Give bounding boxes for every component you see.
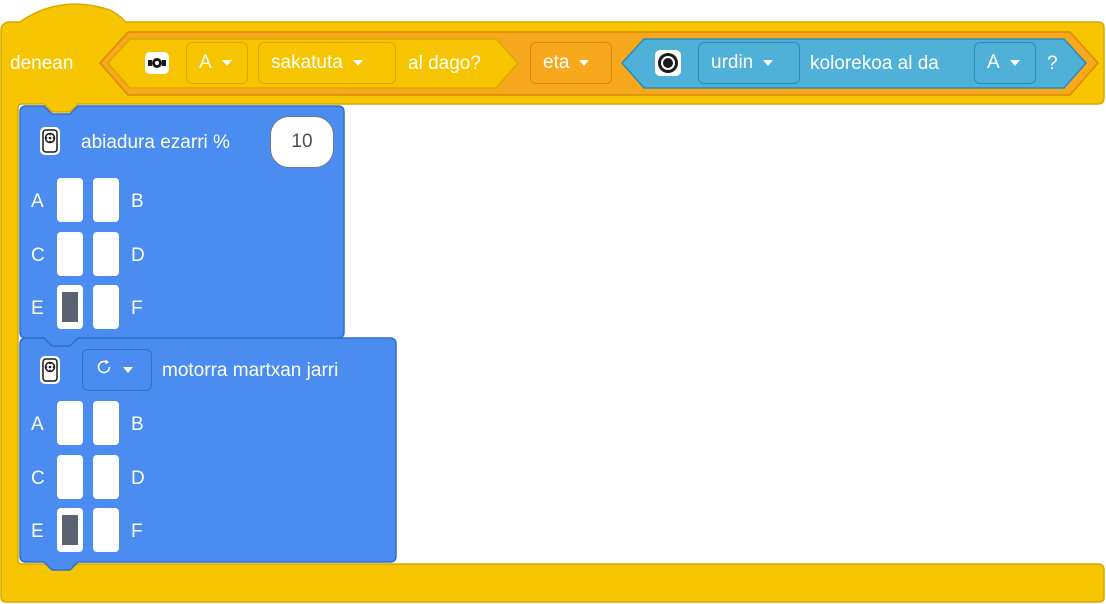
chevron-down-icon [352,60,363,66]
port-label-d: D [131,468,145,489]
port-a-toggle[interactable] [57,401,83,445]
speed-value-input[interactable]: 10 [270,116,334,168]
port-d-toggle[interactable] [93,455,119,499]
port-b-toggle[interactable] [93,178,119,222]
port-e-toggle-selected[interactable] [57,508,83,552]
button-port-value: A [199,52,212,73]
port-label-b: B [131,191,144,212]
operator-value: eta [543,52,570,73]
speed-label: abiadura ezarri % [81,132,230,153]
chevron-down-icon [579,60,590,66]
port-label-d: D [131,245,145,266]
motor-hub-icon [40,356,60,384]
color-question-mark: ? [1047,53,1058,74]
port-a-toggle[interactable] [57,178,83,222]
port-e-toggle-selected[interactable] [57,285,83,329]
port-f-toggle[interactable] [93,285,119,329]
port-c-toggle[interactable] [57,455,83,499]
color-value: urdin [711,52,754,73]
button-question-label: al dago? [408,53,481,74]
color-dropdown[interactable]: urdin [698,42,800,84]
chevron-down-icon [763,60,774,66]
chevron-down-icon [123,367,133,373]
port-label-b: B [131,414,144,435]
motor-hub-icon [40,127,60,155]
port-b-toggle[interactable] [93,401,119,445]
button-port-dropdown[interactable]: A [186,42,248,84]
port-label-e: E [31,298,44,319]
port-label-a: A [31,414,44,435]
port-label-f: F [131,521,143,542]
clockwise-icon [95,358,113,382]
chevron-down-icon [221,60,232,66]
block-stack [0,3,1105,603]
port-label-f: F [131,298,143,319]
operator-dropdown[interactable]: eta [530,42,612,84]
when-label: denean [10,53,74,74]
port-label-c: C [31,468,45,489]
button-sensor-icon [145,52,169,74]
button-state-dropdown[interactable]: sakatuta [258,42,396,84]
port-label-e: E [31,521,44,542]
motor-start-label: motorra martxan jarri [162,360,339,381]
port-label-c: C [31,245,45,266]
color-port-value: A [987,52,1000,73]
button-state-value: sakatuta [271,52,343,73]
color-port-dropdown[interactable]: A [974,42,1036,84]
direction-dropdown[interactable] [82,349,152,391]
color-check-label: kolorekoa al da [810,53,939,74]
port-c-toggle[interactable] [57,232,83,276]
chevron-down-icon [1009,60,1020,66]
color-sensor-icon [655,50,681,76]
port-f-toggle[interactable] [93,508,119,552]
port-d-toggle[interactable] [93,232,119,276]
port-label-a: A [31,191,44,212]
